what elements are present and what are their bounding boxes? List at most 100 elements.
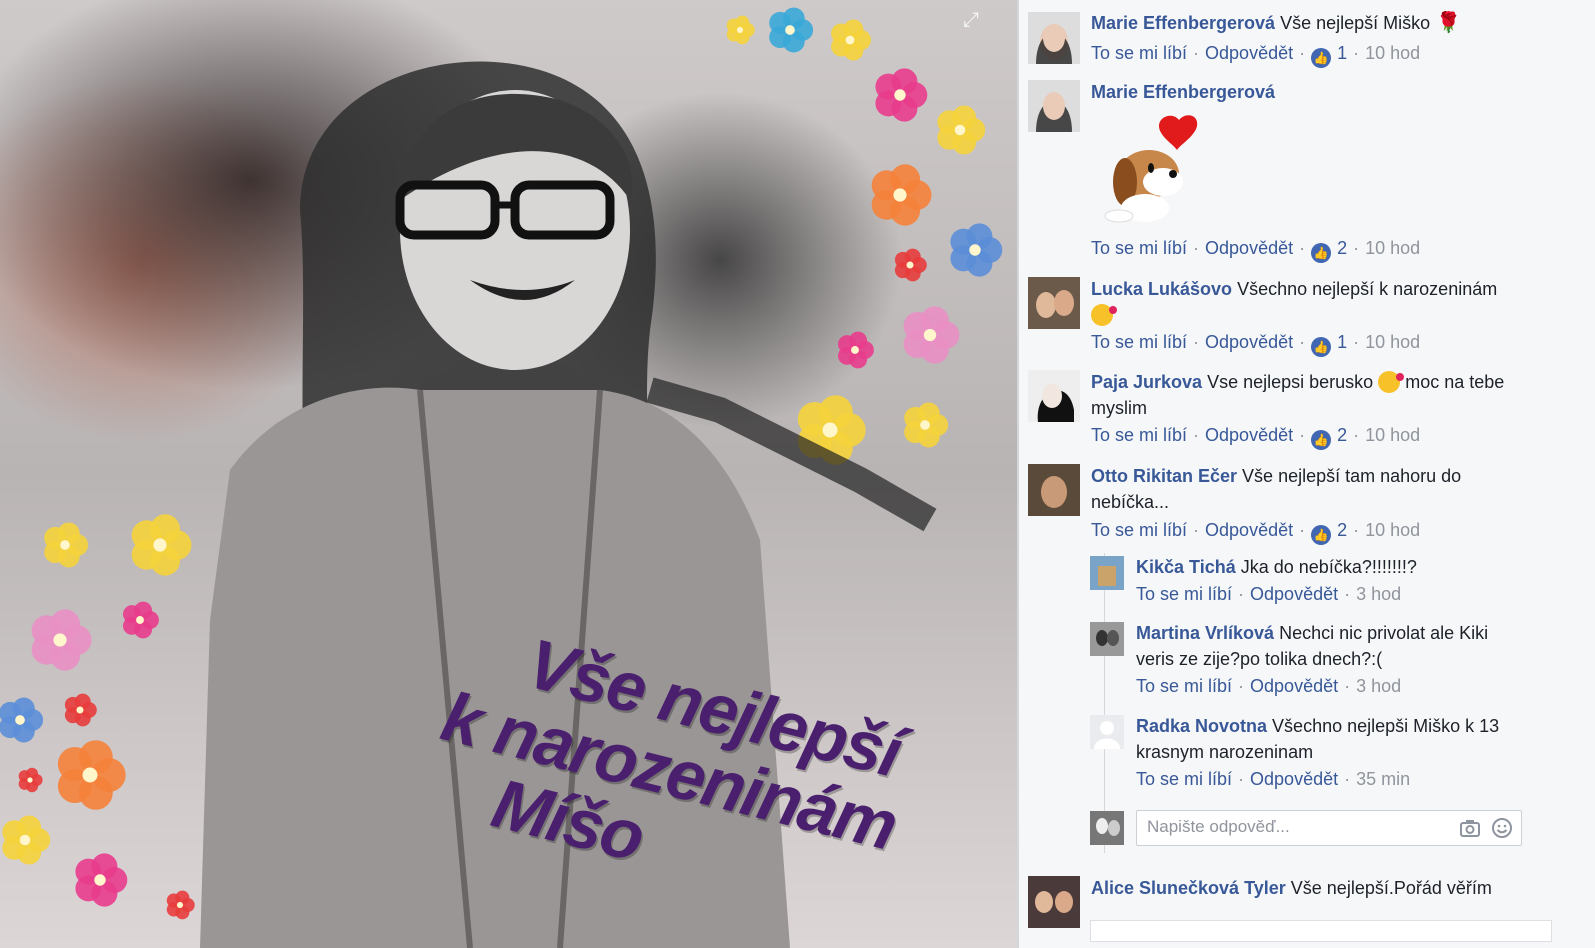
comment-time[interactable]: 10 hod [1365,238,1420,258]
flower-decoration [831,19,871,61]
reply-actions: To se mi líbí · Odpovědět · 3 hod [1136,584,1402,604]
avatar[interactable] [1090,715,1124,749]
comment-author[interactable]: Otto Rikitan Ečer [1091,466,1237,486]
comment-actions: To se mi líbí · Odpovědět · 👍 2 · 10 hod [1091,425,1420,450]
rose-icon: 🌹 [1436,12,1462,34]
reply-time[interactable]: 3 hod [1356,676,1401,696]
post-photo[interactable]: ⤢ Vše nejlepší k narozeninám Míšo [0,0,1017,948]
comment-author[interactable]: Marie Effenbergerová [1091,82,1275,102]
flower-decoration [44,522,89,568]
reply-link[interactable]: Odpovědět [1250,584,1338,604]
like-link[interactable]: To se mi líbí [1136,584,1232,604]
reply-body: Kikča Tichá Jka do nebíčka?!!!!!!!? [1136,554,1556,580]
reply-link[interactable]: Odpovědět [1205,332,1293,352]
reply-link[interactable]: Odpovědět [1205,425,1293,445]
flower-decoration [950,223,1003,277]
reply-time[interactable]: 3 hod [1356,584,1401,604]
like-count[interactable]: 1 [1337,332,1347,352]
comment-body: Paja Jurkova Vse nejlepsi berusko moc na… [1091,369,1546,421]
reply-box [1136,810,1522,846]
comment-time[interactable]: 10 hod [1365,520,1420,540]
avatar[interactable] [1028,464,1080,516]
comment-time[interactable]: 10 hod [1365,43,1420,63]
reply-actions: To se mi líbí · Odpovědět · 3 hod [1136,676,1402,696]
like-link[interactable]: To se mi líbí [1136,676,1232,696]
comment-text: Vse nejlepsi berusko [1207,372,1374,392]
avatar[interactable] [1090,622,1124,656]
flower-decoration [122,601,159,639]
comment-actions: To se mi líbí · Odpovědět · 👍 2 · 10 hod [1091,238,1420,263]
like-count[interactable]: 2 [1337,425,1347,445]
flower-decoration [18,767,43,793]
avatar[interactable] [1028,12,1080,64]
comment-author[interactable]: Lucka Lukášovo [1091,279,1232,299]
avatar[interactable] [1090,811,1124,845]
comment-author[interactable]: Marie Effenbergerová [1091,13,1275,33]
comment-author[interactable]: Alice Slunečková Tyler [1091,878,1286,898]
reply-link[interactable]: Odpovědět [1205,238,1293,258]
flower-decoration [57,740,126,810]
flower-decoration [894,248,927,282]
reply-thread-line [1104,553,1105,853]
flower-decoration [903,306,960,364]
comment-author[interactable]: Paja Jurkova [1091,372,1202,392]
kiss-emoji-icon [1378,371,1405,393]
flower-decoration [937,105,986,155]
comment-time[interactable]: 10 hod [1365,332,1420,352]
comment-body: Alice Slunečková Tyler Vše nejlepší.Pořá… [1091,875,1571,901]
like-link[interactable]: To se mi líbí [1091,425,1187,445]
flower-decoration [0,697,44,743]
flower-decoration [875,68,928,122]
reply-input[interactable] [1137,811,1447,843]
flower-decoration [131,514,192,576]
reply-actions: To se mi líbí · Odpovědět · 35 min [1136,769,1411,789]
reply-body: Martina Vrlíková Nechci nic privolat ale… [1136,620,1531,672]
reply-time[interactable]: 35 min [1356,769,1410,789]
flower-decoration [837,331,874,369]
flower-decoration [871,164,932,226]
reply-link[interactable]: Odpovědět [1250,676,1338,696]
flower-decoration [75,853,128,907]
like-thumb-icon: 👍 [1311,525,1332,545]
avatar[interactable] [1028,370,1080,422]
like-link[interactable]: To se mi líbí [1091,520,1187,540]
like-thumb-icon: 👍 [1311,48,1332,68]
flower-decoration [904,402,949,448]
flower-decoration [726,15,755,45]
reply-link[interactable]: Odpovědět [1250,769,1338,789]
like-count[interactable]: 2 [1337,520,1347,540]
like-thumb-icon: 👍 [1311,430,1332,450]
comment-time[interactable]: 10 hod [1365,425,1420,445]
puppy-heart-sticker-icon [1104,115,1198,223]
avatar[interactable] [1028,80,1080,132]
like-link[interactable]: To se mi líbí [1091,43,1187,63]
comment-input-bar[interactable] [1090,920,1552,942]
like-link[interactable]: To se mi líbí [1091,238,1187,258]
flower-decoration [31,609,92,671]
kiss-emoji-icon [1091,304,1117,326]
reply-author[interactable]: Kikča Tichá [1136,557,1236,577]
like-count[interactable]: 1 [1337,43,1347,63]
flower-decoration [64,693,97,727]
comment-body: Otto Rikitan Ečer Vše nejlepší tam nahor… [1091,463,1511,515]
flower-decoration [166,890,195,920]
avatar[interactable] [1028,277,1080,329]
comment-actions: To se mi líbí · Odpovědět · 👍 2 · 10 hod [1091,520,1420,545]
reply-link[interactable]: Odpovědět [1205,520,1293,540]
avatar[interactable] [1028,876,1080,928]
reply-link[interactable]: Odpovědět [1205,43,1293,63]
reply-author[interactable]: Radka Novotna [1136,716,1267,736]
comment-text: Všechno nejlepší k narozeninám [1237,279,1498,299]
expand-icon[interactable]: ⤢ [959,8,983,32]
comment-actions: To se mi líbí · Odpovědět · 👍 1 · 10 hod [1091,332,1420,357]
camera-icon[interactable] [1459,817,1481,839]
comment-body: Marie Effenbergerová Vše nejlepší Miško 🌹 [1091,10,1571,36]
like-link[interactable]: To se mi líbí [1091,332,1187,352]
like-count[interactable]: 2 [1337,238,1347,258]
flower-decoration [2,815,51,865]
reply-author[interactable]: Martina Vrlíková [1136,623,1274,643]
avatar[interactable] [1090,556,1124,590]
emoji-smile-icon[interactable] [1491,817,1513,839]
like-link[interactable]: To se mi líbí [1136,769,1232,789]
comment-body: Lucka Lukášovo Všechno nejlepší k naroze… [1091,276,1561,328]
